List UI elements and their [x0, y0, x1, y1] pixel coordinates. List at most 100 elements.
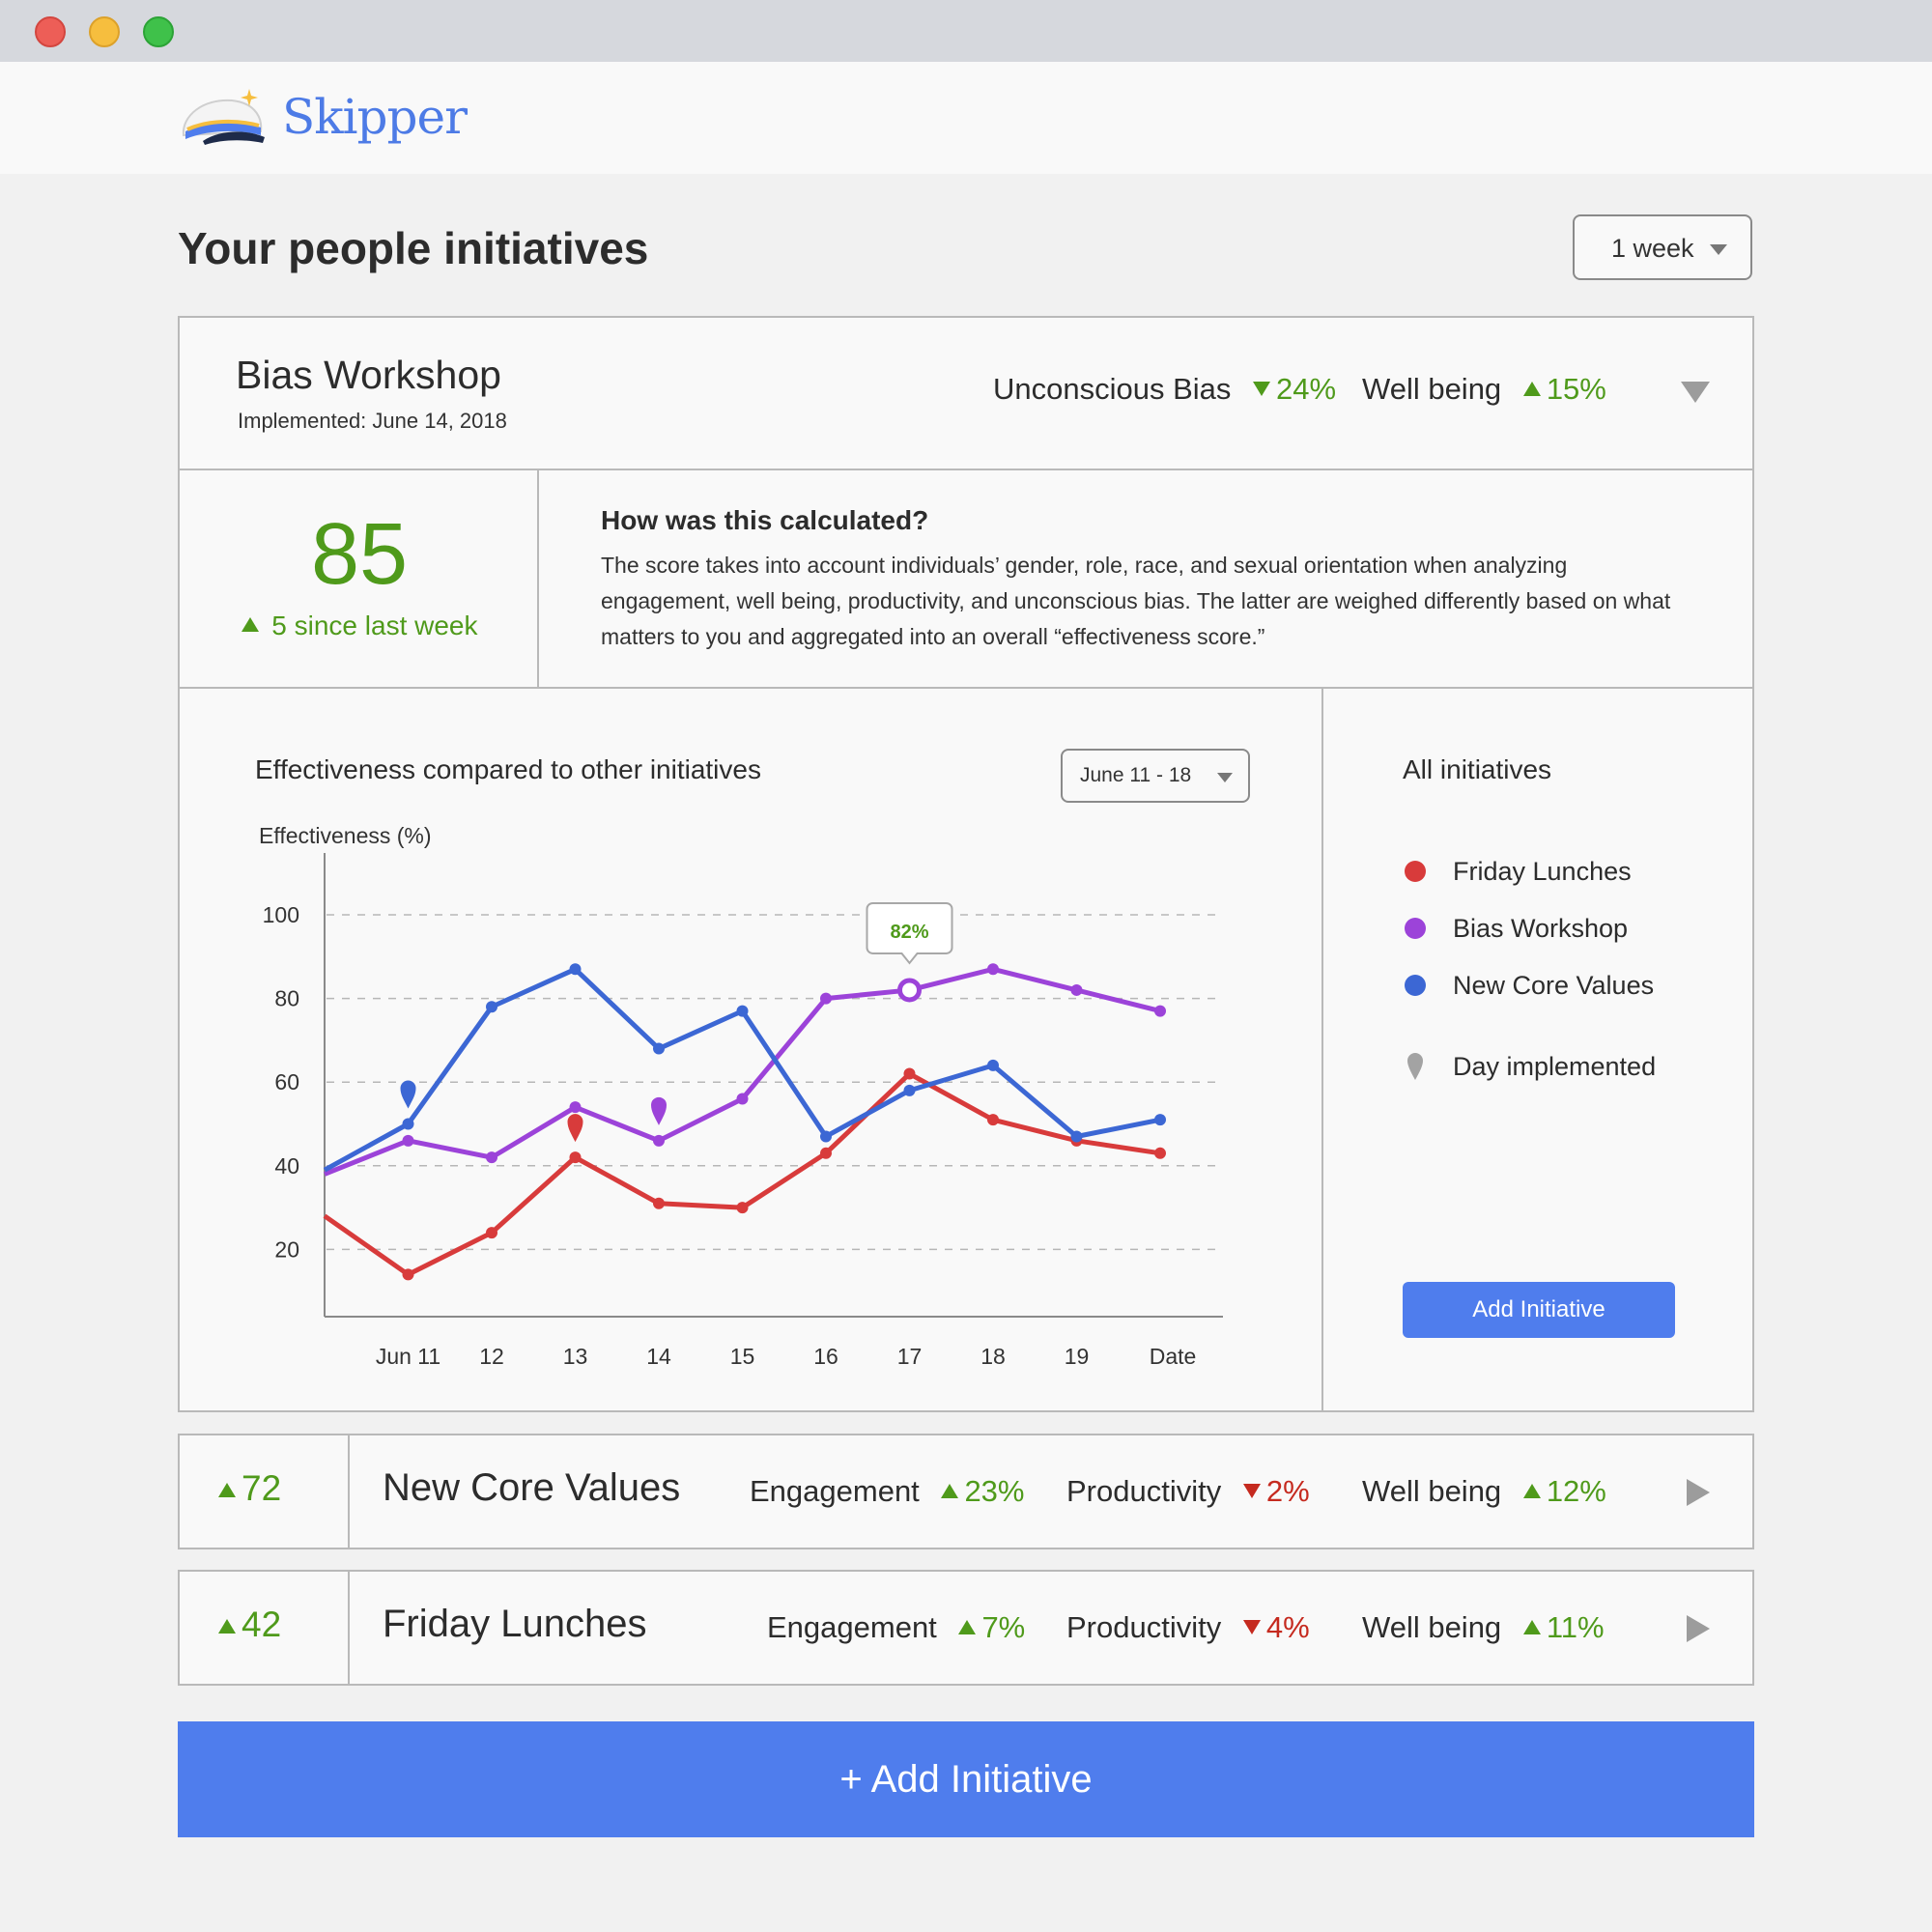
y-axis-label: Effectiveness (%)	[259, 823, 432, 848]
expand-chevron-icon[interactable]	[1687, 1615, 1710, 1642]
window-titlebar	[0, 0, 1932, 62]
maximize-window-button[interactable]	[143, 16, 174, 47]
legend-item-day-implemented: Day implemented	[1405, 1052, 1656, 1082]
time-range-select[interactable]: 1 week	[1573, 214, 1752, 280]
arrow-up-icon	[1522, 1620, 1541, 1634]
metric-well-being: Well being 11%	[1362, 1610, 1605, 1645]
series-line-bias-workshop	[324, 966, 1161, 1177]
legend-label: Bias Workshop	[1453, 914, 1629, 943]
initiative-score: 72	[180, 1435, 350, 1548]
add-initiative-button[interactable]: Add Initiative	[1403, 1282, 1675, 1338]
captain-hat-icon[interactable]	[178, 87, 269, 147]
chevron-down-icon	[1217, 773, 1233, 782]
legend-title: All initiatives	[1403, 754, 1552, 784]
metric-engagement: Engagement 7%	[767, 1610, 1025, 1645]
data-point	[569, 1101, 582, 1114]
x-tick-label: 18	[980, 1344, 1006, 1369]
metric-value: 2%	[1265, 1474, 1310, 1508]
data-point	[653, 1134, 665, 1147]
initiative-header[interactable]: Bias Workshop Implemented: June 14, 2018…	[180, 318, 1752, 470]
data-point	[1154, 1005, 1166, 1017]
metric-value: 15%	[1546, 372, 1606, 406]
calculation-title: How was this calculated?	[601, 505, 929, 535]
date-range-select[interactable]: June 11 - 18	[1061, 749, 1250, 803]
metric-label: Well being	[1362, 372, 1502, 406]
legend-swatch	[1405, 918, 1426, 939]
close-window-button[interactable]	[35, 16, 66, 47]
x-tick-label: 17	[897, 1344, 923, 1369]
y-tick-label: 20	[274, 1236, 299, 1262]
data-point	[402, 1268, 414, 1281]
x-tick-label: 19	[1065, 1344, 1090, 1369]
initiative-score-value: 42	[242, 1605, 282, 1644]
metric-label: Productivity	[1066, 1474, 1222, 1508]
arrow-up-icon	[1522, 382, 1541, 396]
chart-title: Effectiveness compared to other initiati…	[255, 754, 761, 784]
metric-label: Engagement	[750, 1474, 920, 1508]
data-point	[736, 1093, 749, 1105]
data-point	[820, 1147, 832, 1159]
metric-well-being: Well being 12%	[1362, 1474, 1606, 1509]
map-pin-icon	[651, 1096, 667, 1125]
initiative-row-new-core-values[interactable]: 72 New Core Values Engagement 23% Produc…	[178, 1434, 1754, 1549]
arrow-up-icon	[941, 1484, 959, 1498]
legend-item-bias-workshop[interactable]: Bias Workshop	[1405, 914, 1628, 944]
data-point	[653, 1197, 665, 1209]
x-tick-label: Jun 11	[376, 1344, 440, 1369]
y-tick-label: 100	[263, 902, 299, 927]
arrow-up-icon	[218, 1619, 236, 1634]
y-tick-label: 40	[274, 1153, 299, 1179]
legend-item-new-core-values[interactable]: New Core Values	[1405, 971, 1654, 1001]
highlight-point	[897, 978, 922, 1003]
data-point	[987, 1114, 999, 1126]
metric-well-being: Well being 15%	[1362, 372, 1606, 407]
initiative-card-bias-workshop: Bias Workshop Implemented: June 14, 2018…	[178, 316, 1754, 1412]
score-delta-text: 5 since last week	[271, 611, 478, 640]
legend-label: New Core Values	[1453, 971, 1655, 1000]
metric-engagement: Engagement 23%	[750, 1474, 1024, 1509]
data-point	[820, 992, 832, 1005]
metric-label: Well being	[1362, 1610, 1502, 1644]
metric-label: Productivity	[1066, 1610, 1222, 1644]
implemented-date: Implemented: June 14, 2018	[238, 409, 507, 433]
metric-label: Well being	[1362, 1474, 1502, 1508]
initiative-row-friday-lunches[interactable]: 42 Friday Lunches Engagement 7% Producti…	[178, 1570, 1754, 1686]
data-point	[402, 1134, 414, 1147]
data-point	[1070, 983, 1083, 996]
time-range-value: 1 week	[1611, 234, 1694, 263]
data-point	[1154, 1147, 1166, 1159]
data-point	[486, 1151, 497, 1164]
metric-productivity: Productivity 4%	[1066, 1610, 1310, 1645]
calculation-description: The score takes into account individuals…	[601, 553, 1671, 649]
data-point	[486, 1227, 497, 1239]
data-point	[903, 1084, 916, 1096]
metric-value: 23%	[964, 1474, 1025, 1508]
data-point	[736, 1005, 749, 1017]
x-tick-label: 14	[646, 1344, 671, 1369]
arrow-up-icon	[241, 617, 259, 632]
data-point	[987, 1059, 999, 1071]
legend-panel: All initiatives Friday Lunches Bias Work…	[1325, 689, 1754, 1412]
initiative-score: 42	[180, 1572, 350, 1684]
initiative-score-value: 72	[242, 1468, 282, 1508]
data-point	[653, 1042, 665, 1055]
collapse-chevron-icon[interactable]	[1681, 382, 1710, 403]
minimize-window-button[interactable]	[89, 16, 120, 47]
arrow-up-icon	[1522, 1484, 1541, 1498]
series-line-new-core-values	[323, 966, 1161, 1173]
app-logo-text[interactable]: Skipper	[282, 89, 468, 145]
expand-chevron-icon[interactable]	[1687, 1479, 1710, 1506]
arrow-up-icon	[958, 1620, 977, 1634]
data-point	[736, 1202, 749, 1214]
legend-item-friday-lunches[interactable]: Friday Lunches	[1405, 857, 1632, 887]
data-point	[569, 963, 582, 976]
metric-productivity: Productivity 2%	[1066, 1474, 1310, 1509]
add-initiative-main-button[interactable]: + Add Initiative	[178, 1721, 1754, 1837]
initiative-name: New Core Values	[383, 1466, 681, 1509]
legend-swatch	[1405, 975, 1426, 996]
data-point	[987, 963, 999, 976]
metric-value: 4%	[1265, 1610, 1310, 1644]
legend-label: Friday Lunches	[1453, 857, 1632, 886]
data-point	[486, 1001, 497, 1013]
chevron-down-icon	[1710, 244, 1727, 255]
